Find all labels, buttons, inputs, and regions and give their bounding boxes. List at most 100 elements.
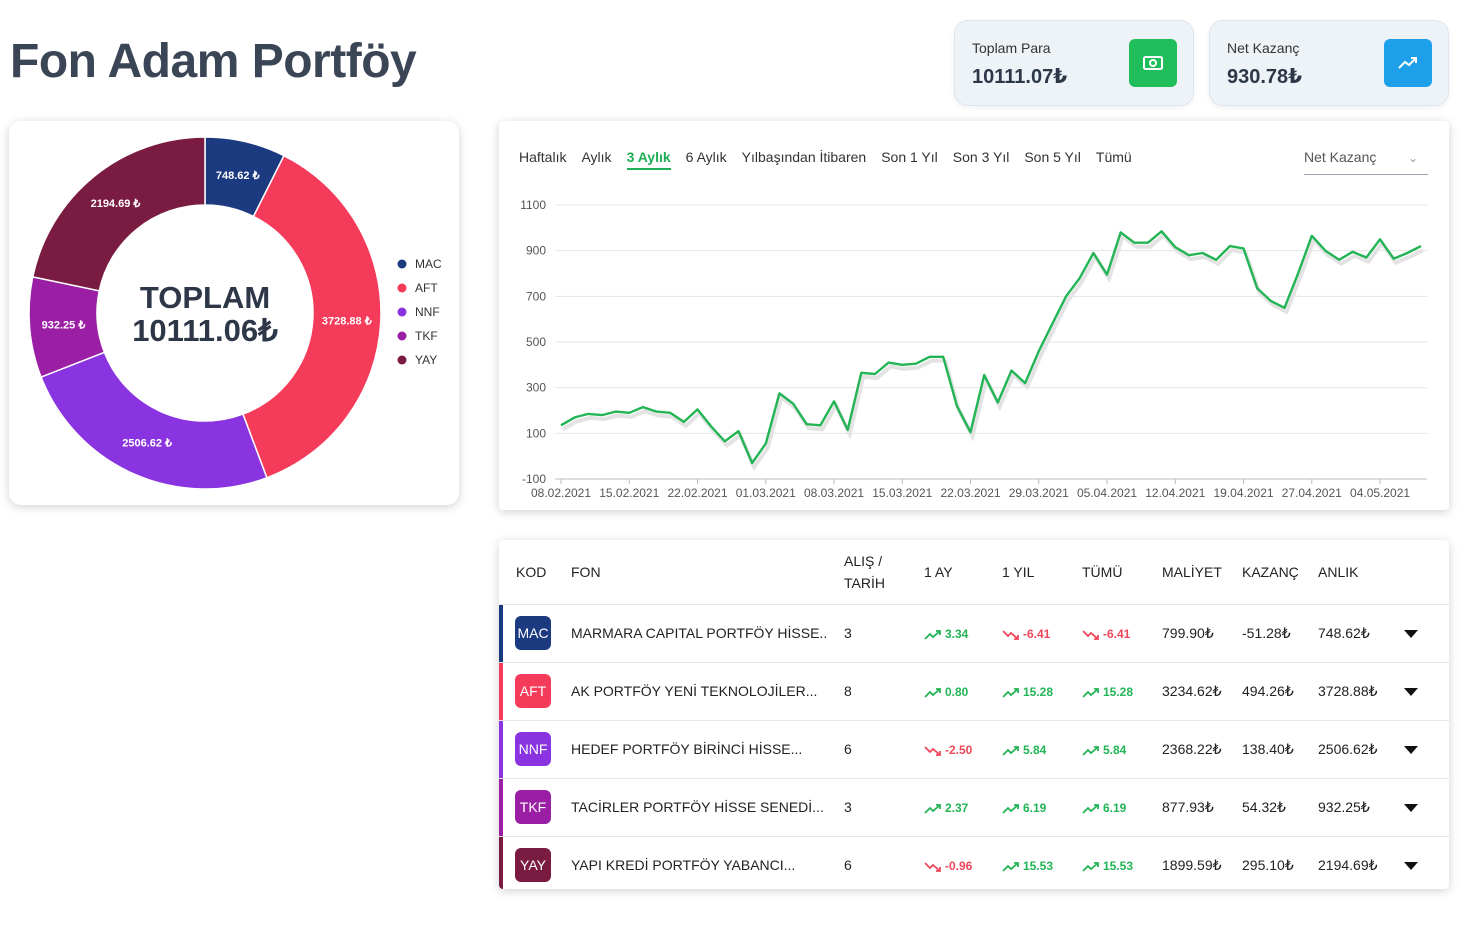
- buy-count: 8: [844, 683, 852, 699]
- legend-label-tkf[interactable]: TKF: [415, 329, 438, 343]
- trend-y1: 5.84: [1002, 743, 1046, 757]
- x-tick-label: 27.04.2021: [1282, 486, 1342, 500]
- col-header-code[interactable]: KOD: [499, 540, 557, 604]
- table-row[interactable]: AFT AK PORTFÖY YENİ TEKNOLOJİLER... 8 0.80 1…: [499, 662, 1449, 720]
- legend-label-nnf[interactable]: NNF: [415, 305, 440, 319]
- trend-m1: -0.96: [924, 859, 972, 873]
- trend-up-icon: [1082, 859, 1103, 873]
- page-title: Fon Adam Portföy: [10, 35, 417, 88]
- current-value: 3728.88₺: [1318, 682, 1378, 699]
- y-tick-label: 100: [526, 426, 546, 440]
- y-tick-label: 300: [526, 381, 546, 395]
- gain-value: 295.10₺: [1242, 856, 1294, 873]
- x-tick-label: 19.04.2021: [1214, 486, 1274, 500]
- col-header-1y[interactable]: 1 YIL: [988, 540, 1068, 604]
- row-color-bar: [499, 836, 503, 889]
- col-header-gain[interactable]: KAZANÇ: [1228, 540, 1304, 604]
- net-gain-chart-card: Haftalık Aylık 3 Aylık 6 Aylık Yılbaşından İ…: [499, 121, 1449, 510]
- cost-value: 799.90₺: [1162, 624, 1214, 641]
- tab-period[interactable]: Tümü: [1096, 149, 1132, 170]
- table-row[interactable]: YAY YAPI KREDİ PORTFÖY YABANCI... 6 -0.96 15…: [499, 836, 1449, 889]
- donut-slice-nnf[interactable]: [40, 351, 268, 490]
- current-value: 2194.69₺: [1318, 856, 1378, 873]
- current-value: 748.62₺: [1318, 624, 1370, 641]
- x-tick-label: 15.02.2021: [599, 486, 659, 500]
- period-tabs: Haftalık Aylık 3 Aylık 6 Aylık Yılbaşından İ…: [519, 149, 1132, 170]
- trend-all: -6.41: [1082, 627, 1130, 641]
- table-row[interactable]: NNF HEDEF PORTFÖY BİRİNCİ HİSSE... 6 -2.50 5…: [499, 720, 1449, 778]
- x-tick-label: 05.04.2021: [1077, 486, 1137, 500]
- col-header-current[interactable]: ANLIK: [1304, 540, 1396, 604]
- trend-up-icon: [924, 627, 945, 641]
- x-tick-label: 29.03.2021: [1009, 486, 1069, 500]
- legend-marker: [397, 283, 407, 293]
- tab-period[interactable]: Son 5 Yıl: [1024, 149, 1081, 170]
- fund-name[interactable]: MARMARA CAPITAL PORTFÖY HİSSE...: [571, 625, 826, 641]
- trend-y1: 15.53: [1002, 859, 1053, 873]
- legend-marker: [397, 259, 407, 269]
- net-gain-line-chart: -100 100 300 500 700 900 1100 08.02.2021 15.02.…: [520, 198, 1427, 500]
- trend-y1: 15.28: [1002, 685, 1053, 699]
- trend-value: 5.84: [1023, 743, 1047, 757]
- trend-up-icon: [924, 685, 945, 699]
- expand-row-icon[interactable]: [1404, 688, 1418, 696]
- fund-name[interactable]: HEDEF PORTFÖY BİRİNCİ HİSSE...: [571, 741, 826, 757]
- metric-select-value: Net Kazanç: [1304, 149, 1377, 165]
- expand-row-icon[interactable]: [1404, 804, 1418, 812]
- tab-period[interactable]: 3 Aylık: [626, 149, 671, 170]
- trend-down-icon: [924, 859, 945, 873]
- donut-slice-label: 2506.62 ₺: [122, 438, 172, 450]
- trend-m1: -2.50: [924, 743, 972, 757]
- trend-value: 15.53: [1023, 859, 1054, 873]
- fund-name[interactable]: YAPI KREDİ PORTFÖY YABANCI...: [571, 857, 826, 873]
- series-line: [560, 230, 1422, 465]
- tab-period[interactable]: Son 1 Yıl: [881, 149, 938, 170]
- y-tick-label: 900: [526, 244, 546, 258]
- y-tick-label: 700: [526, 289, 546, 303]
- col-header-1m[interactable]: 1 AY: [910, 540, 988, 604]
- buy-count: 6: [844, 741, 852, 757]
- gain-value: 138.40₺: [1242, 740, 1294, 757]
- table-row[interactable]: TKF TACİRLER PORTFÖY HİSSE SENEDİ... 3 2.37…: [499, 778, 1449, 836]
- expand-row-icon[interactable]: [1404, 630, 1418, 638]
- chevron-down-icon: ⌄: [1407, 151, 1418, 165]
- expand-row-icon[interactable]: [1404, 862, 1418, 870]
- tab-period[interactable]: Haftalık: [519, 149, 566, 170]
- col-header-fund[interactable]: FON: [557, 540, 830, 604]
- trend-up-icon: [1002, 801, 1023, 815]
- trend-up-icon: [1082, 685, 1103, 699]
- tab-period[interactable]: 6 Aylık: [686, 149, 727, 170]
- legend-label-aft[interactable]: AFT: [415, 281, 438, 295]
- fund-name[interactable]: TACİRLER PORTFÖY HİSSE SENEDİ...: [571, 799, 826, 815]
- trend-value: 15.28: [1103, 685, 1134, 699]
- col-header-buy[interactable]: ALIŞ / TARİH: [830, 540, 910, 604]
- donut-slice-yay[interactable]: [31, 136, 206, 292]
- fund-name[interactable]: AK PORTFÖY YENİ TEKNOLOJİLER...: [571, 683, 826, 699]
- current-value: 932.25₺: [1318, 798, 1370, 815]
- legend-label-yay[interactable]: YAY: [415, 353, 437, 367]
- y-tick-label: -100: [522, 472, 546, 486]
- total-money-card: Toplam Para 10111.07₺: [954, 20, 1194, 106]
- tab-period[interactable]: Son 3 Yıl: [953, 149, 1010, 170]
- trend-all: 5.84: [1082, 743, 1126, 757]
- table-row[interactable]: MAC MARMARA CAPITAL PORTFÖY HİSSE... 3 3.34…: [499, 604, 1449, 662]
- tab-period[interactable]: Aylık: [581, 149, 611, 170]
- x-tick-label: 15.03.2021: [872, 486, 932, 500]
- metric-select[interactable]: Net Kazanç ⌄: [1304, 147, 1428, 175]
- gain-value: -51.28₺: [1242, 624, 1291, 641]
- row-color-bar: [499, 662, 503, 720]
- total-money-value: 10111.07₺: [972, 66, 1068, 88]
- col-header-buy-line2: TARİH: [844, 574, 885, 591]
- col-header-all[interactable]: TÜMÜ: [1068, 540, 1148, 604]
- trend-down-icon: [924, 743, 945, 757]
- expand-row-icon[interactable]: [1404, 746, 1418, 754]
- trend-value: 0.80: [945, 685, 969, 699]
- gain-value: 54.32₺: [1242, 798, 1286, 815]
- trend-value: 3.34: [945, 627, 969, 641]
- x-tick-label: 04.05.2021: [1350, 486, 1410, 500]
- col-header-cost[interactable]: MALİYET: [1148, 540, 1228, 604]
- trend-all: 15.28: [1082, 685, 1133, 699]
- buy-count: 3: [844, 625, 852, 641]
- legend-label-mac[interactable]: MAC: [415, 257, 442, 271]
- tab-period[interactable]: Yılbaşından İtibaren: [742, 149, 867, 170]
